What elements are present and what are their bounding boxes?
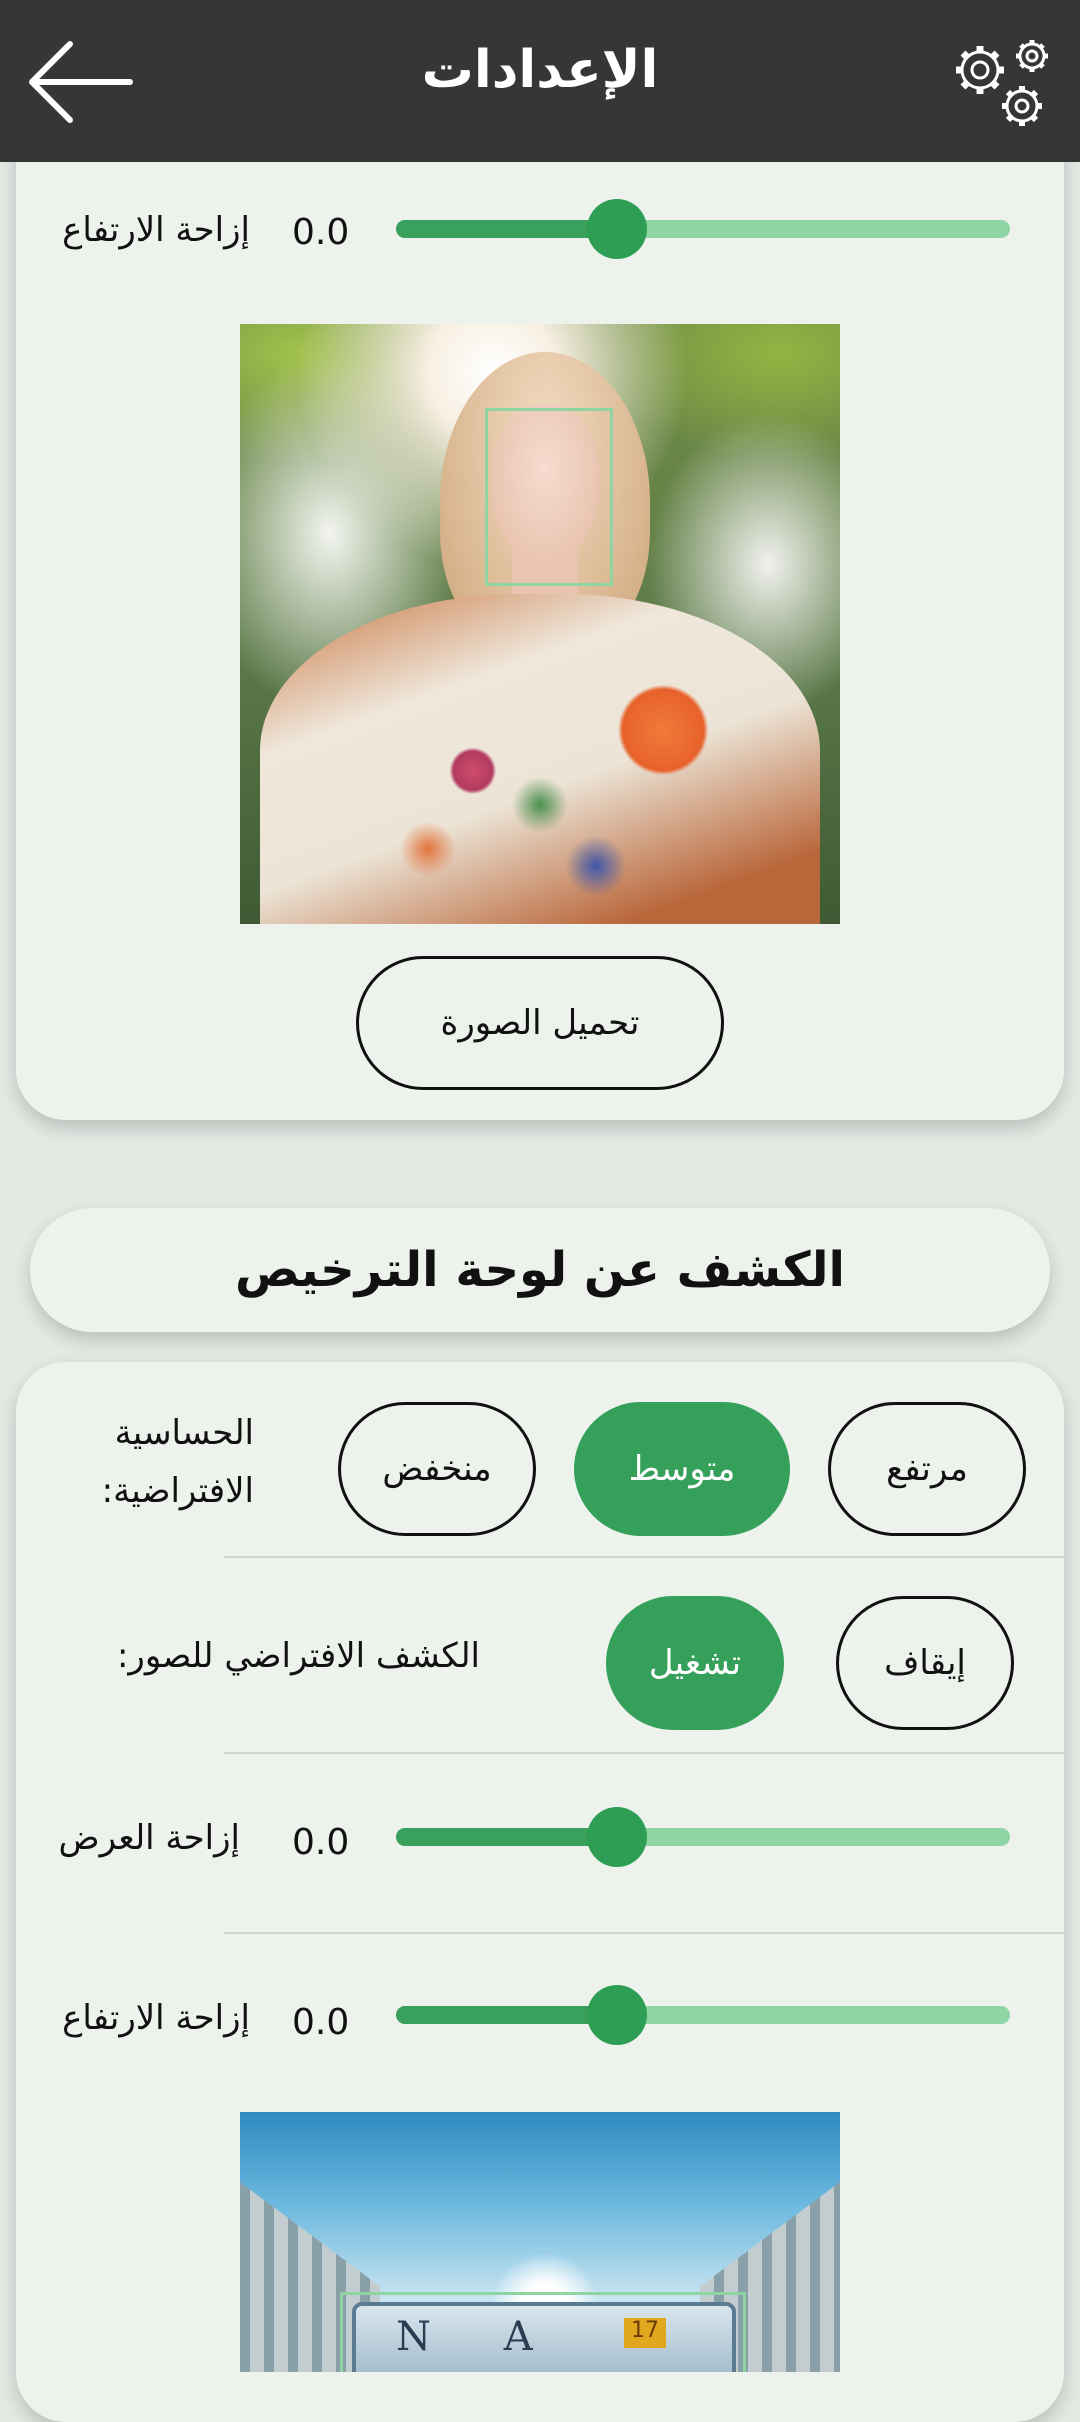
width-offset-label: إزاحة العرض [58,1818,240,1858]
default-sensitivity-label: الحساسية الافتراضية: [40,1404,254,1520]
divider [224,1752,1064,1754]
slider-fill [396,1828,618,1846]
upload-image-button[interactable]: تحميل الصورة [356,956,724,1090]
license-plate-header: الكشف عن لوحة الترخيص [30,1208,1050,1332]
gears-icon [956,40,1048,126]
sensitivity-label-line1: الحساسية [114,1413,254,1453]
slider-fill [396,2006,618,2024]
page-title: الإعدادات [421,40,659,100]
height-offset-slider[interactable] [396,199,1010,259]
divider [224,1932,1064,1934]
slider-thumb[interactable] [587,1807,648,1867]
divider [224,1556,1064,1558]
face-detection-box [485,408,613,586]
slider-fill [396,220,618,238]
height-offset-value: 0.0 [292,212,350,253]
width-offset-slider[interactable] [396,1807,1010,1867]
plate-detection-box [340,2292,746,2372]
default-image-detection-label: الكشف الافتراضي للصور: [116,1636,480,1676]
width-offset-value: 0.0 [292,1822,350,1863]
sensitivity-high-button[interactable]: مرتفع [828,1402,1026,1536]
sensitivity-low-button[interactable]: منخفض [338,1402,536,1536]
height-offset-label: إزاحة الارتفاع [62,1998,250,2038]
app-bar: الإعدادات [0,0,1080,162]
image-detection-on-button[interactable]: تشغيل [606,1596,784,1730]
face-sample-image [240,324,840,924]
scarf [260,594,820,924]
image-detection-off-button[interactable]: إيقاف [836,1596,1014,1730]
slider-thumb[interactable] [587,199,648,259]
sensitivity-medium-button[interactable]: متوسط [574,1402,790,1536]
height-offset-value: 0.0 [292,2002,350,2043]
section-title: الكشف عن لوحة الترخيص [235,1242,845,1298]
height-offset-slider[interactable] [396,1985,1010,2045]
slider-thumb[interactable] [587,1985,648,2045]
settings-button[interactable] [944,28,1056,136]
license-plate-sample-image: N A 17 [240,2112,840,2372]
height-offset-label: إزاحة الارتفاع [62,210,250,250]
sensitivity-label-line2: الافتراضية: [101,1471,254,1511]
